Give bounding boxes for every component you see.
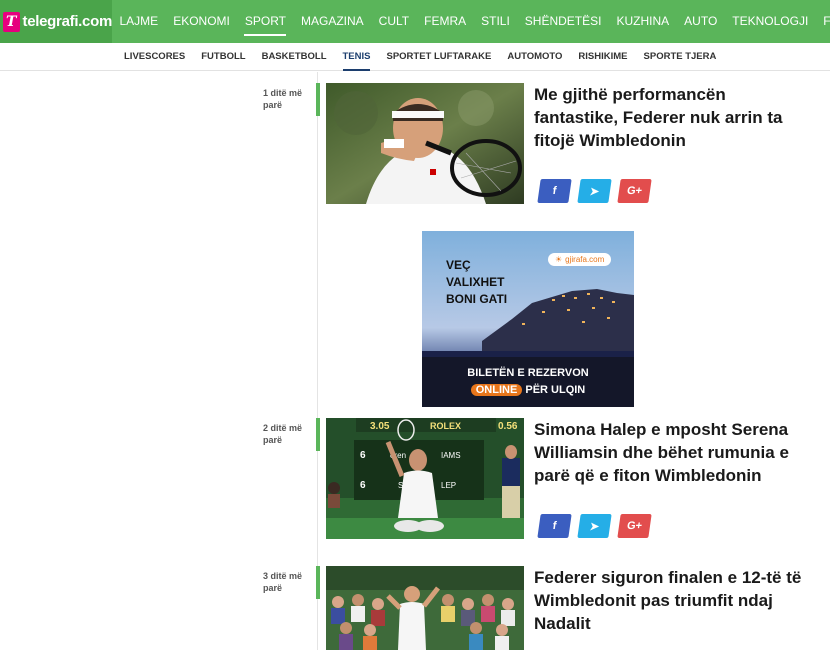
facebook-share-button[interactable]: f xyxy=(537,514,572,538)
nav-item-ekonomi[interactable]: EKONOMI xyxy=(166,0,238,43)
ad-line-1: VEÇ xyxy=(446,258,471,272)
federer-photo xyxy=(326,83,524,204)
article-thumbnail[interactable] xyxy=(326,83,524,204)
article-thumbnail[interactable] xyxy=(326,566,524,650)
ad-line-3: BONI GATI xyxy=(446,292,508,306)
facebook-share-button[interactable]: f xyxy=(537,179,572,203)
nav-item-fun[interactable]: FUN xyxy=(816,0,830,43)
twitter-icon: ➤ xyxy=(588,520,600,533)
ad-cta-line-1: BILETËN E REZERVON xyxy=(467,367,589,379)
site-logo[interactable]: T telegrafi.com xyxy=(0,0,112,43)
twitter-share-button[interactable]: ➤ xyxy=(577,179,612,203)
nav-item-lajme[interactable]: LAJME xyxy=(112,0,166,43)
nav-item-magazina[interactable]: MAGAZINA xyxy=(293,0,371,43)
ad-cta-line-2: PËR ULQIN xyxy=(525,384,586,396)
sub-nav: LIVESCORES FUTBOLL BASKETBOLL TENIS SPOR… xyxy=(0,43,830,71)
google-plus-icon: G+ xyxy=(626,520,643,532)
nav-item-kuzhina[interactable]: KUZHINA xyxy=(609,0,677,43)
article-time: 3 ditë më parë xyxy=(263,571,303,593)
scoreboard-p2: 6 xyxy=(360,480,366,491)
scoreboard-left: 3.05 xyxy=(370,421,390,432)
logo-mark-icon: T xyxy=(3,11,20,32)
ad-brand: gjirafa.com xyxy=(565,255,605,264)
share-buttons: f ➤ G+ xyxy=(537,179,652,203)
timeline-marker xyxy=(316,83,320,116)
subnav-item-livescores[interactable]: LIVESCORES xyxy=(116,43,193,71)
facebook-icon: f xyxy=(551,520,558,532)
subnav-item-sportet-luftarake[interactable]: SPORTET LUFTARAKE xyxy=(378,43,499,71)
nav-item-sport[interactable]: SPORT xyxy=(237,0,293,43)
advertisement-banner[interactable]: VEÇ VALIXHET BONI GATI ☀ gjirafa.com BIL… xyxy=(422,231,634,407)
subnav-item-basketboll[interactable]: BASKETBOLL xyxy=(254,43,335,71)
twitter-icon: ➤ xyxy=(588,185,600,198)
timeline-marker xyxy=(316,566,320,599)
scoreboard-n4: LEP xyxy=(441,481,456,490)
article-title[interactable]: Federer siguron finalen e 12-të të Wimbl… xyxy=(534,566,809,635)
nav-item-cult[interactable]: CULT xyxy=(371,0,416,43)
google-plus-icon: G+ xyxy=(626,185,643,197)
nav-item-teknologji[interactable]: TEKNOLOGJI xyxy=(725,0,816,43)
ad-cta: BILETËN E REZERVON ONLINE PËR ULQIN xyxy=(422,357,634,407)
nav-item-auto[interactable]: AUTO xyxy=(677,0,725,43)
subnav-item-futboll[interactable]: FUTBOLL xyxy=(193,43,253,71)
twitter-share-button[interactable]: ➤ xyxy=(577,514,612,538)
scoreboard-brand: ROLEX xyxy=(430,421,461,431)
nav-item-shendetesi[interactable]: SHËNDETËSI xyxy=(517,0,609,43)
federer-celebration-photo xyxy=(326,566,524,650)
scoreboard-right: 0.56 xyxy=(498,421,518,432)
ad-cta-highlight: ONLINE xyxy=(470,384,523,396)
share-buttons: f ➤ G+ xyxy=(537,514,652,538)
main-nav: LAJME EKONOMI SPORT MAGAZINA CULT FEMRA … xyxy=(112,0,830,43)
article-title[interactable]: Me gjithë performancën fantastike, Feder… xyxy=(534,83,809,152)
nav-item-femra[interactable]: FEMRA xyxy=(417,0,474,43)
timeline-marker xyxy=(316,418,320,451)
timeline-line xyxy=(317,72,318,650)
subnav-item-automoto[interactable]: AUTOMOTO xyxy=(499,43,570,71)
ad-headline: VEÇ VALIXHET BONI GATI xyxy=(446,257,507,308)
article-time: 1 ditë më parë xyxy=(263,88,303,110)
ad-line-2: VALIXHET xyxy=(446,275,505,289)
subnav-item-rishikime[interactable]: RISHIKIME xyxy=(570,43,635,71)
scoreboard-p1: 6 xyxy=(360,450,366,461)
logo-text: telegrafi.com xyxy=(22,13,113,30)
subnav-item-sporte-tjera[interactable]: SPORTE TJERA xyxy=(636,43,725,71)
article-title[interactable]: Simona Halep e mposht Serena Williamsin … xyxy=(534,418,809,487)
google-plus-share-button[interactable]: G+ xyxy=(617,179,652,203)
gjirafa-logo-icon: ☀ xyxy=(555,255,563,264)
article-time: 2 ditë më parë xyxy=(263,423,303,445)
ad-brand-badge: ☀ gjirafa.com xyxy=(548,253,612,266)
scoreboard-n2: IAMS xyxy=(441,451,461,460)
top-navbar: T telegrafi.com LAJME EKONOMI SPORT MAGA… xyxy=(0,0,830,43)
halep-photo: 3.05 ROLEX 0.56 6 6 eren IAMS Si LEP xyxy=(326,418,524,539)
nav-item-stili[interactable]: STILI xyxy=(474,0,518,43)
google-plus-share-button[interactable]: G+ xyxy=(617,514,652,538)
subnav-item-tenis[interactable]: TENIS xyxy=(335,43,379,71)
facebook-icon: f xyxy=(551,185,558,197)
article-thumbnail[interactable]: 3.05 ROLEX 0.56 6 6 eren IAMS Si LEP xyxy=(326,418,524,539)
